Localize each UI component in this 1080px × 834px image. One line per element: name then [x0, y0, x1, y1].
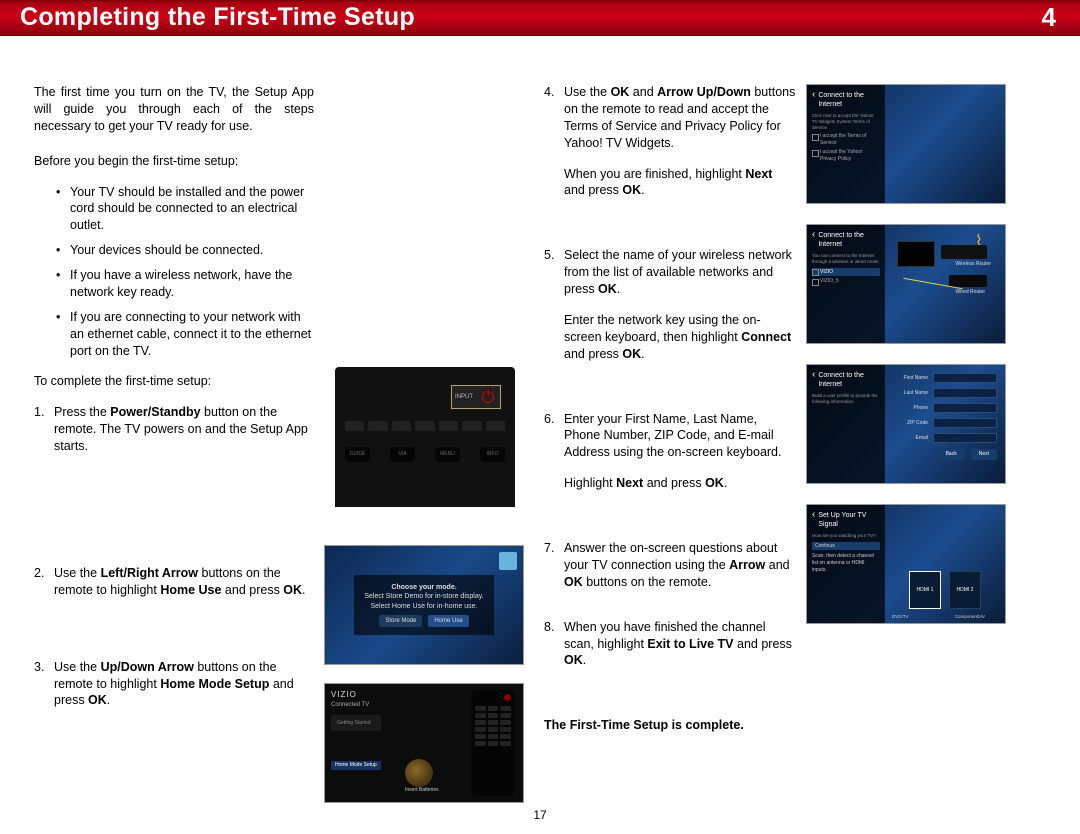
setup-complete-text: The First-Time Setup is complete. — [544, 717, 796, 734]
step-5: Select the name of your wireless network… — [544, 247, 796, 362]
batteries-label: Insert Batteries — [405, 787, 439, 794]
chapter-number: 4 — [1042, 2, 1056, 33]
steps-list-right: Use the OK and Arrow Up/Down buttons on … — [544, 84, 796, 669]
panel-title: Connect to the Internet — [818, 231, 880, 250]
panel-title: Set Up Your TV Signal — [818, 511, 880, 530]
figure-tv-signal: Set Up Your TV Signal How are you watchi… — [806, 504, 1006, 624]
source-hdmi1: HDMI 1 — [909, 571, 941, 609]
figure-network-select: Connect to the Internet You can connect … — [806, 224, 1006, 344]
panel-title: Connect to the Internet — [818, 91, 880, 110]
power-icon — [482, 391, 494, 403]
mode-line2: Select Home Use for in-home use. — [364, 602, 483, 611]
column-left: The first time you turn on the TV, the S… — [34, 84, 314, 803]
before-label: Before you begin the first-time setup: — [34, 153, 314, 170]
figure-terms-of-service: Connect to the Internet Click next to ac… — [806, 84, 1006, 204]
batteries-icon — [405, 759, 433, 787]
remote-input-button: INPUT — [452, 386, 476, 408]
step-7: Answer the on-screen questions about you… — [544, 540, 796, 591]
figure-home-mode: VIZIO Connected TV Getting Started Home … — [324, 683, 524, 803]
remote-mini-icon — [471, 690, 515, 796]
email-field — [933, 433, 997, 443]
back-button: Back — [938, 449, 965, 460]
list-item: If you are connecting to your network wi… — [34, 309, 314, 360]
figure-registration-form: Connect to the Internet Build a user pro… — [806, 364, 1006, 484]
checkbox-privacy: I accept the Yahoo! Privacy Policy — [812, 149, 880, 163]
last-name-field — [933, 388, 997, 398]
list-item: Your devices should be connected. — [34, 242, 314, 259]
source-hdmi2: HDMI 2 — [949, 571, 981, 609]
page-header: Completing the First-Time Setup 4 — [0, 0, 1080, 36]
step-2: Use the Left/Right Arrow buttons on the … — [34, 565, 314, 599]
complete-label: To complete the first-time setup: — [34, 373, 314, 390]
list-item: Your TV should be installed and the powe… — [34, 184, 314, 235]
wireless-router-label: Wireless Router — [955, 261, 991, 268]
prereq-list: Your TV should be installed and the powe… — [34, 184, 314, 360]
step-4: Use the OK and Arrow Up/Down buttons on … — [544, 84, 796, 199]
checkbox-tos: I accept the Terms of Service — [812, 133, 880, 147]
remote-menu-button: MENU — [435, 447, 460, 462]
network-option: VIZIO_5 — [812, 278, 880, 285]
brand-label: VIZIO — [331, 690, 381, 701]
remote-power-button — [476, 386, 500, 408]
figure-mode-select: Choose your mode. Select Store Demo for … — [324, 545, 524, 665]
column-thumbnails: Connect to the Internet Click next to ac… — [806, 84, 1008, 803]
first-name-field — [933, 373, 997, 383]
column-figures-left: INPUT GUIDE VIA MENU INFO Choose your mo… — [324, 84, 526, 803]
figure-remote: INPUT GUIDE VIA MENU INFO — [335, 367, 515, 507]
step-6: Enter your First Name, Last Name, Phone … — [544, 411, 796, 493]
intro-text: The first time you turn on the TV, the S… — [34, 84, 314, 135]
mode-line1: Select Store Demo for in-store display. — [364, 592, 483, 601]
continue-option: Continue — [812, 542, 880, 551]
next-button: Next — [971, 449, 997, 460]
remote-guide-button: GUIDE — [345, 447, 370, 462]
store-mode-button: Store Mode — [379, 615, 422, 627]
energy-star-icon — [499, 552, 517, 570]
page-title: Completing the First-Time Setup — [20, 3, 415, 32]
home-use-button: Home Use — [428, 615, 468, 627]
wired-router-label: Wired Router — [956, 289, 985, 296]
remote-via-button: VIA — [390, 447, 415, 462]
network-option: VIZIO — [812, 268, 880, 277]
source-sub-label: DVD/TV — [892, 614, 909, 620]
phone-field — [933, 403, 997, 413]
step-3: Use the Up/Down Arrow buttons on the rem… — [34, 659, 314, 710]
page-content: The first time you turn on the TV, the S… — [0, 36, 1080, 813]
menu-header: Getting Started — [337, 719, 375, 727]
remote-info-button: INFO — [480, 447, 505, 462]
page-number: 17 — [533, 808, 546, 822]
step-1: Press the Power/Standby button on the re… — [34, 404, 314, 455]
brand-sub: Connected TV — [331, 701, 381, 709]
zip-field — [933, 418, 997, 428]
steps-list-left: Press the Power/Standby button on the re… — [34, 404, 314, 709]
mode-title: Choose your mode. — [364, 583, 483, 592]
source-sub-label: Component/AV — [955, 614, 985, 620]
home-mode-setup-highlight: Home Mode Setup — [331, 761, 381, 770]
list-item: If you have a wireless network, have the… — [34, 267, 314, 301]
column-right-text: Use the OK and Arrow Up/Down buttons on … — [544, 84, 796, 803]
step-8: When you have finished the channel scan,… — [544, 619, 796, 670]
panel-title: Connect to the Internet — [818, 371, 880, 390]
